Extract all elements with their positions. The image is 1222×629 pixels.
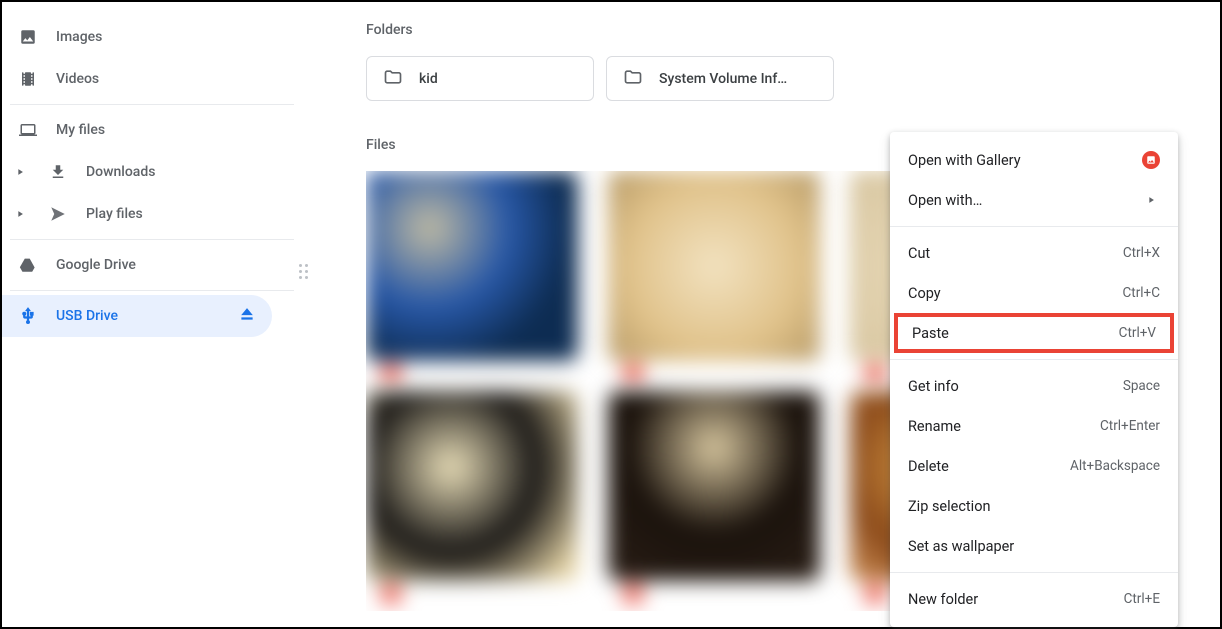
sidebar-label: Play files <box>86 206 143 222</box>
menu-delete[interactable]: Delete Alt+Backspace <box>890 446 1178 486</box>
menu-separator <box>890 359 1178 360</box>
folder-icon <box>623 67 643 91</box>
folder-icon <box>383 67 403 91</box>
folder-row: kid System Volume Inf… <box>366 56 1220 101</box>
file-thumbnail[interactable] <box>608 391 820 581</box>
menu-label: Paste <box>912 325 949 342</box>
highlight-annotation: Paste Ctrl+V <box>894 313 1174 353</box>
menu-label: Zip selection <box>908 498 990 515</box>
folder-card[interactable]: kid <box>366 56 594 101</box>
menu-label: Open with… <box>908 192 982 209</box>
menu-label: New folder <box>908 591 978 608</box>
menu-shortcut: Ctrl+V <box>1119 325 1156 341</box>
sidebar-item-gdrive[interactable]: Google Drive <box>2 244 302 286</box>
file-thumbnail[interactable] <box>366 391 578 581</box>
sidebar-label: Google Drive <box>56 257 136 273</box>
menu-paste[interactable]: Paste Ctrl+V <box>912 317 1156 349</box>
menu-open-gallery[interactable]: Open with Gallery <box>890 140 1178 180</box>
usb-icon <box>18 306 38 326</box>
file-thumbnail[interactable] <box>366 171 578 361</box>
sidebar-item-usb[interactable]: USB Drive <box>2 295 272 337</box>
menu-separator <box>890 572 1178 573</box>
sidebar-item-downloads[interactable]: Downloads <box>2 151 302 193</box>
drive-icon <box>18 255 38 275</box>
menu-newfolder[interactable]: New folder Ctrl+E <box>890 579 1178 619</box>
menu-shortcut: Ctrl+E <box>1124 591 1160 607</box>
context-menu: Open with Gallery Open with… Cut Ctrl+X … <box>890 132 1178 627</box>
menu-shortcut: Ctrl+X <box>1123 245 1160 261</box>
menu-shortcut: Space <box>1123 378 1160 394</box>
menu-separator <box>890 226 1178 227</box>
video-icon <box>18 69 38 89</box>
menu-label: Cut <box>908 245 930 262</box>
menu-label: Copy <box>908 285 941 302</box>
folder-name: kid <box>419 71 438 87</box>
sidebar-divider <box>10 104 294 105</box>
image-icon <box>18 27 38 47</box>
menu-label: Get info <box>908 378 959 395</box>
chevron-right-icon <box>1142 191 1160 209</box>
sidebar-item-videos[interactable]: Videos <box>2 58 302 100</box>
folder-card[interactable]: System Volume Inf… <box>606 56 834 101</box>
sidebar-label: Videos <box>56 71 99 87</box>
sidebar-label: Downloads <box>86 164 155 180</box>
menu-shortcut: Ctrl+C <box>1122 285 1160 301</box>
laptop-icon <box>18 120 38 140</box>
menu-label: Rename <box>908 418 961 435</box>
folder-name: System Volume Inf… <box>659 71 787 87</box>
menu-cut[interactable]: Cut Ctrl+X <box>890 233 1178 273</box>
sidebar-divider <box>10 239 294 240</box>
sidebar-label: USB Drive <box>56 308 118 324</box>
menu-getinfo[interactable]: Get info Space <box>890 366 1178 406</box>
sidebar-divider <box>10 290 294 291</box>
menu-zip[interactable]: Zip selection <box>890 486 1178 526</box>
folders-heading: Folders <box>366 22 1220 38</box>
menu-open-with[interactable]: Open with… <box>890 180 1178 220</box>
menu-copy[interactable]: Copy Ctrl+C <box>890 273 1178 313</box>
menu-wallpaper[interactable]: Set as wallpaper <box>890 526 1178 566</box>
menu-label: Delete <box>908 458 949 475</box>
menu-label: Set as wallpaper <box>908 538 1014 555</box>
menu-shortcut: Ctrl+Enter <box>1100 418 1160 434</box>
sidebar-item-playfiles[interactable]: Play files <box>2 193 302 235</box>
menu-shortcut: Alt+Backspace <box>1070 458 1160 474</box>
download-icon <box>48 162 68 182</box>
sidebar-item-myfiles[interactable]: My files <box>2 109 302 151</box>
sidebar-item-images[interactable]: Images <box>2 16 302 58</box>
sidebar: Images Videos My files Downloads <box>2 2 302 627</box>
file-thumbnail[interactable] <box>608 171 820 361</box>
menu-label: Open with Gallery <box>908 152 1021 169</box>
chevron-right-icon <box>14 209 26 219</box>
menu-rename[interactable]: Rename Ctrl+Enter <box>890 406 1178 446</box>
eject-icon[interactable] <box>238 305 256 327</box>
sidebar-label: Images <box>56 29 102 45</box>
gallery-icon <box>1142 151 1160 169</box>
sidebar-label: My files <box>56 122 105 138</box>
play-icon <box>48 204 68 224</box>
chevron-right-icon <box>14 167 26 177</box>
